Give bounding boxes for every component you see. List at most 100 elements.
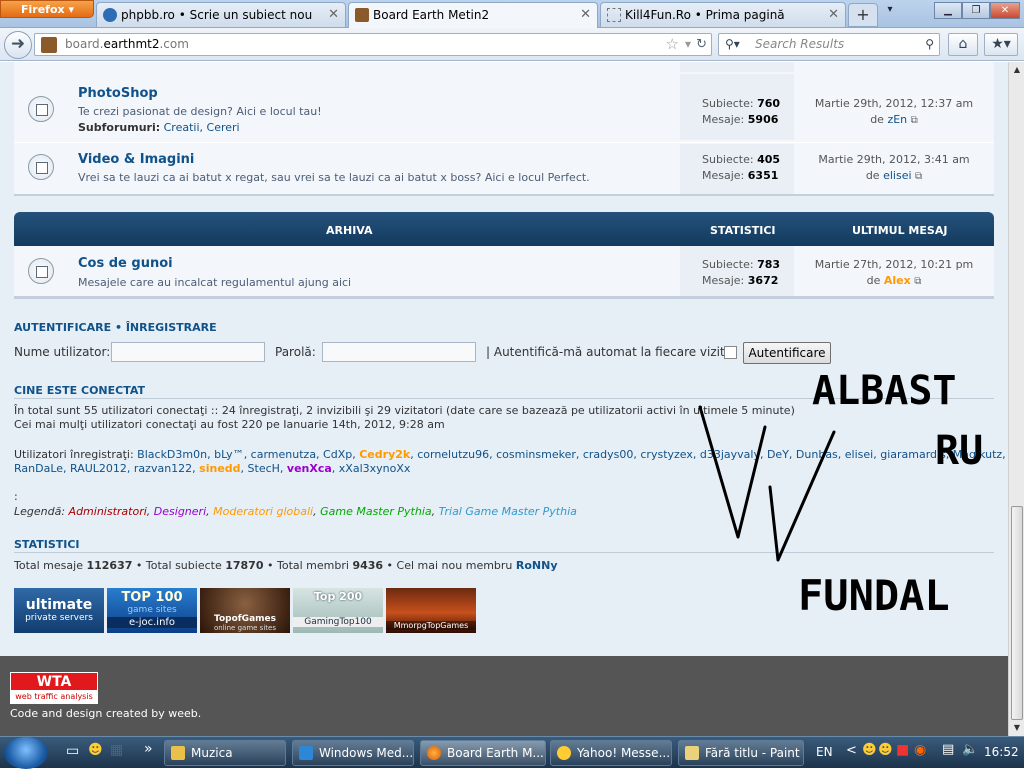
language-indicator[interactable]: EN [816,745,833,759]
tab-phpbb[interactable]: phpbb.ro • Scrie un subiect nou ✕ [96,2,346,27]
topofgames-banner[interactable]: TopofGames online game sites [200,588,290,633]
last-post-user[interactable]: Alex [884,274,911,287]
show-hidden-icons-icon[interactable]: < [846,743,857,758]
media-player-icon [299,746,313,760]
messenger-quicklaunch-icon[interactable]: ☻ [88,742,103,758]
register-link[interactable]: ÎNREGISTRARE [126,321,217,334]
yahoo-tray-icon[interactable]: ☻ [862,742,877,758]
view-latest-post-icon[interactable]: ⧉ [914,276,921,287]
mmorpgtopgames-banner[interactable]: MmorpgTopGames [386,588,476,633]
more-quicklaunch-icon[interactable]: » [144,741,153,757]
start-button[interactable] [4,737,48,769]
posts-count: 3672 [747,274,779,287]
subforum-links[interactable]: Creatii, Cereri [164,121,240,134]
designer-user-link[interactable]: venXca [287,462,332,475]
url-dropdown-icon[interactable]: ▾ [685,34,691,55]
close-tab-icon[interactable]: ✕ [580,3,591,27]
last-post-user[interactable]: elisei [883,169,911,182]
taskbar-item-firefox[interactable]: Board Earth M... [420,740,546,766]
stats-cell [680,62,794,72]
legend-trial-game-master[interactable]: Trial Game Master Pythia [439,505,577,518]
search-icon[interactable]: ⚲ [925,34,934,55]
clock[interactable]: 16:52 [984,745,1019,759]
view-latest-post-icon[interactable]: ⧉ [915,171,922,182]
firefox-menu-button[interactable]: Firefox ▾ [0,0,94,18]
posts-count: 6351 [747,169,779,182]
back-button[interactable]: ➜ [4,31,32,59]
taskbar-item-windows-media[interactable]: Windows Med... [292,740,414,766]
navigation-toolbar: ➜ board.earthmt2.com ☆ ▾ ↻ ⚲▾ Search Res… [0,28,1024,61]
last-post-by: de [866,274,881,287]
tray-app-icon[interactable]: ◉ [914,742,926,758]
category-title[interactable]: ARHIVA [326,224,373,237]
tab-board-earth[interactable]: Board Earth Metin2 ✕ [348,2,598,28]
bookmark-star-icon[interactable]: ☆ [666,34,679,55]
vertical-scrollbar[interactable]: ▲ ▼ [1008,62,1024,736]
search-engine-icon[interactable]: ⚲▾ [725,34,740,55]
list-tabs-icon[interactable]: ▾ [880,2,900,19]
newest-member-link[interactable]: RoNNy [516,559,558,572]
legend-administrators[interactable]: Administratori [69,505,147,518]
password-input[interactable] [322,342,476,362]
bookmarks-button[interactable]: ★▾ [984,33,1018,56]
legend-game-master[interactable]: Game Master Pythia [320,505,432,518]
login-link[interactable]: AUTENTIFICARE [14,321,111,334]
user-links[interactable]: , StecH, [241,462,284,475]
user-links[interactable]: , xXal3xynoXx [332,462,411,475]
url-bar[interactable]: board.earthmt2.com ☆ ▾ ↻ [34,33,712,56]
close-tab-icon[interactable]: ✕ [328,3,339,27]
forum-title[interactable]: Video & Imagini [78,152,194,167]
scribble-v-stroke [698,405,767,539]
topics-label: Subiecte: [702,153,754,166]
new-tab-button[interactable]: + [848,3,878,27]
gamingtop100-banner[interactable]: Top 200 GamingTop100 [293,588,383,633]
username-input[interactable] [111,342,265,362]
user-links[interactable]: BlackD3m0n, bLy™, carmenutza, CdXp, [137,448,356,461]
search-box[interactable]: ⚲▾ Search Results ⚲ [718,33,940,56]
taskbar-item-muzica[interactable]: Muzica [164,740,286,766]
ejoc-top100-banner[interactable]: TOP 100 game sites e-joc.info [107,588,197,633]
emoticon-tray-icon[interactable]: ☻ [878,742,893,758]
scroll-up-icon[interactable]: ▲ [1010,62,1024,78]
volume-icon[interactable]: 🔈 [962,742,978,757]
last-post-user[interactable]: zEn [887,113,907,126]
login-button[interactable]: Autentificare [743,342,831,364]
topics-label: Subiecte: [702,258,754,271]
user-links[interactable]: RanDaLe, RAUL2012, razvan122, [14,462,196,475]
legend-global-moderators[interactable]: Moderatori globali [213,505,313,518]
forum-title[interactable]: PhotoShop [78,86,158,101]
network-icon[interactable]: ▤ [942,742,954,757]
scroll-down-icon[interactable]: ▼ [1010,720,1024,736]
home-icon: ⌂ [958,36,968,52]
topics-label: Subiecte: [702,97,754,110]
remember-me-checkbox[interactable] [724,346,737,359]
taskbar-item-yahoo[interactable]: Yahoo! Messe... [550,740,672,766]
antivirus-tray-icon[interactable]: ■ [896,742,909,758]
show-desktop-icon[interactable]: ▭ [66,743,79,759]
arhiva-category-header: ARHIVA STATISTICI ULTIMUL MESAJ [14,212,994,246]
legend-designers[interactable]: Designeri [154,505,206,518]
legend-label: Legendă: [14,505,66,518]
wta-badge[interactable]: WTA web traffic analysis [10,672,98,704]
taskbar-item-paint[interactable]: Fără titlu - Paint [678,740,804,766]
tab-label: phpbb.ro • Scrie un subiect nou [121,8,313,22]
maximize-button[interactable]: ❐ [962,2,990,19]
forum-row-photoshop: PhotoShop Te crezi pasionat de design? A… [14,74,994,140]
forum-read-icon [28,154,54,180]
site-identity-icon[interactable] [41,37,57,53]
view-latest-post-icon[interactable]: ⧉ [911,115,918,126]
reload-icon[interactable]: ↻ [696,34,707,55]
media-quicklaunch-icon[interactable]: ▦ [110,742,123,758]
scroll-thumb[interactable] [1011,506,1023,720]
home-button[interactable]: ⌂ [948,33,978,56]
close-window-button[interactable]: ✕ [990,2,1020,19]
tab-kill4fun[interactable]: Kill4Fun.Ro • Prima pagină ✕ [600,2,846,27]
moderator-user-link[interactable]: sinedd [199,462,240,475]
minimize-button[interactable]: ▁ [934,2,962,19]
ultimate-private-servers-banner[interactable]: ultimate private servers [14,588,104,633]
forum-title[interactable]: Cos de gunoi [78,256,173,271]
close-tab-icon[interactable]: ✕ [828,3,839,27]
statistics-section-title: STATISTICI [14,538,80,551]
posts-label: Mesaje: [702,274,745,287]
moderator-user-link[interactable]: Cedry2k [359,448,410,461]
